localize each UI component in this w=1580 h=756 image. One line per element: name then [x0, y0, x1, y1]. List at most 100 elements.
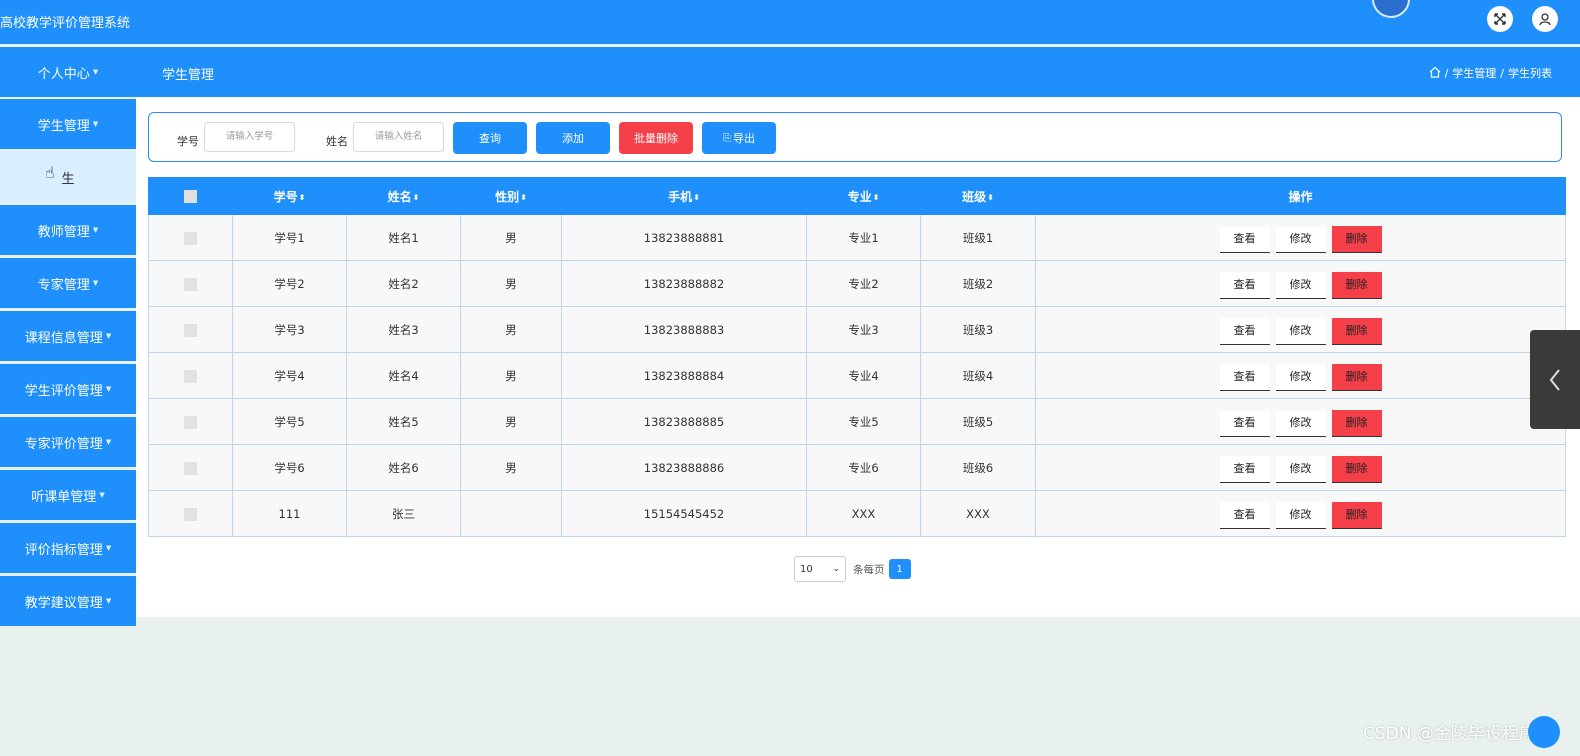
delete-button[interactable]: 删除: [1331, 502, 1382, 529]
cell-actions: 查看 修改 删除: [1035, 352, 1566, 399]
sort-icon[interactable]: ⬍: [873, 193, 880, 202]
breadcrumb-item[interactable]: 学生管理: [1452, 65, 1496, 81]
edit-button[interactable]: 修改: [1275, 410, 1326, 437]
page-size-select[interactable]: 10 ⌄: [794, 556, 846, 582]
cell-gender: [460, 490, 562, 537]
column-header-major[interactable]: 专业⬍: [806, 177, 921, 215]
sort-icon[interactable]: ⬍: [299, 193, 306, 202]
row-checkbox[interactable]: [184, 369, 197, 383]
cell-major: 专业6: [806, 444, 921, 491]
cell-phone: 13823888881: [561, 214, 807, 261]
per-page-label: 条每页: [853, 563, 885, 576]
fullscreen-icon[interactable]: [1487, 6, 1513, 32]
sidebar-item-label: 个人中心: [37, 66, 90, 82]
table-row: 111 张三 15154545452 XXX XXX 查看 修改 删除: [148, 490, 1566, 537]
column-header-class[interactable]: 班级⬍: [920, 177, 1036, 215]
edit-button[interactable]: 修改: [1275, 364, 1326, 391]
chevron-down-icon: ▼: [105, 385, 112, 393]
delete-button[interactable]: 删除: [1331, 226, 1382, 253]
sort-icon[interactable]: ⬍: [520, 193, 527, 202]
sidebar-item-lecture-list[interactable]: 听课单管理 ▼: [0, 470, 136, 520]
edit-button[interactable]: 修改: [1275, 456, 1326, 483]
delete-button[interactable]: 删除: [1331, 272, 1382, 299]
sidebar-subitem-student[interactable]: 生: [0, 151, 136, 203]
sort-icon[interactable]: ⬍: [413, 193, 420, 202]
edit-button[interactable]: 修改: [1275, 318, 1326, 345]
view-button[interactable]: 查看: [1219, 272, 1270, 299]
delete-button[interactable]: 删除: [1331, 318, 1382, 345]
watermark: CSDN @金陵毕设程序: [1363, 724, 1536, 744]
chevron-down-icon: ▼: [92, 279, 99, 287]
column-header-phone[interactable]: 手机⬍: [561, 177, 807, 215]
table-header-row: 学号⬍ 姓名⬍ 性别⬍ 手机⬍ 专业⬍ 班级⬍ 操作: [148, 177, 1566, 215]
floating-action-button[interactable]: [1528, 716, 1560, 748]
cell-class: 班级4: [920, 352, 1036, 399]
cell-name: 姓名1: [346, 214, 461, 261]
top-avatar[interactable]: [1372, 0, 1410, 18]
cell-major: 专业4: [806, 352, 921, 399]
row-checkbox[interactable]: [184, 277, 197, 291]
view-button[interactable]: 查看: [1219, 456, 1270, 483]
sidebar-item-expert-management[interactable]: 专家管理 ▼: [0, 258, 136, 308]
cell-actions: 查看 修改 删除: [1035, 398, 1566, 445]
column-header-student-no[interactable]: 学号⬍: [232, 177, 347, 215]
name-input[interactable]: 请输入姓名: [353, 122, 444, 152]
sort-icon[interactable]: ⬍: [987, 193, 994, 202]
column-header-name[interactable]: 姓名⬍: [346, 177, 461, 215]
sidebar-item-label: 听课单管理: [31, 489, 97, 505]
sort-icon[interactable]: ⬍: [693, 193, 700, 202]
select-all-checkbox[interactable]: [148, 177, 233, 215]
home-icon[interactable]: [1429, 66, 1441, 81]
student-no-input[interactable]: 请输入学号: [204, 122, 295, 152]
batch-delete-button[interactable]: 批量删除: [619, 122, 693, 154]
cell-student-no: 学号1: [232, 214, 347, 261]
sidebar-item-expert-evaluation[interactable]: 专家评价管理 ▼: [0, 417, 136, 467]
row-checkbox-cell: [148, 260, 233, 307]
sidebar-item-personal-center[interactable]: 个人中心 ▼: [0, 47, 136, 97]
sidebar-item-label: 教师管理: [37, 224, 90, 240]
export-button[interactable]: ⎘ 导出: [702, 122, 776, 154]
delete-button[interactable]: 删除: [1331, 456, 1382, 483]
row-checkbox-cell: [148, 444, 233, 491]
cell-name: 姓名6: [346, 444, 461, 491]
delete-button[interactable]: 删除: [1331, 410, 1382, 437]
cell-gender: 男: [460, 260, 562, 307]
collapse-handle[interactable]: [1530, 330, 1580, 429]
delete-button[interactable]: 删除: [1331, 364, 1382, 391]
sidebar-item-evaluation-index[interactable]: 评价指标管理 ▼: [0, 523, 136, 573]
sidebar-item-student-evaluation[interactable]: 学生评价管理 ▼: [0, 364, 136, 414]
user-icon[interactable]: [1532, 6, 1558, 32]
column-header-gender[interactable]: 性别⬍: [460, 177, 562, 215]
sidebar-item-course-management[interactable]: 课程信息管理 ▼: [0, 311, 136, 361]
row-checkbox[interactable]: [184, 461, 197, 475]
sidebar-subitem-label: 生: [61, 171, 75, 187]
row-checkbox[interactable]: [184, 231, 197, 245]
row-checkbox[interactable]: [184, 415, 197, 429]
chevron-down-icon: ▼: [105, 438, 112, 446]
edit-button[interactable]: 修改: [1275, 272, 1326, 299]
query-button[interactable]: 查询: [453, 122, 527, 154]
edit-button[interactable]: 修改: [1275, 502, 1326, 529]
view-button[interactable]: 查看: [1219, 410, 1270, 437]
cell-actions: 查看 修改 删除: [1035, 444, 1566, 491]
column-header-label: 学号: [273, 189, 298, 204]
column-header-label: 手机: [668, 189, 693, 204]
cell-class: 班级6: [920, 444, 1036, 491]
sidebar-item-teacher-management[interactable]: 教师管理 ▼: [0, 205, 136, 255]
cell-major: 专业5: [806, 398, 921, 445]
cell-student-no: 学号3: [232, 306, 347, 353]
view-button[interactable]: 查看: [1219, 226, 1270, 253]
cell-phone: 13823888883: [561, 306, 807, 353]
view-button[interactable]: 查看: [1219, 502, 1270, 529]
export-icon: ⎘: [723, 132, 731, 144]
sidebar-item-teaching-advice[interactable]: 教学建议管理 ▼: [0, 576, 136, 626]
row-checkbox[interactable]: [184, 323, 197, 337]
view-button[interactable]: 查看: [1219, 364, 1270, 391]
sidebar-item-student-management[interactable]: 学生管理 ▼: [0, 99, 136, 149]
breadcrumb-separator: /: [1444, 66, 1449, 80]
row-checkbox[interactable]: [184, 507, 197, 521]
add-button[interactable]: 添加: [536, 122, 610, 154]
edit-button[interactable]: 修改: [1275, 226, 1326, 253]
page-button-current[interactable]: 1: [888, 559, 911, 579]
view-button[interactable]: 查看: [1219, 318, 1270, 345]
